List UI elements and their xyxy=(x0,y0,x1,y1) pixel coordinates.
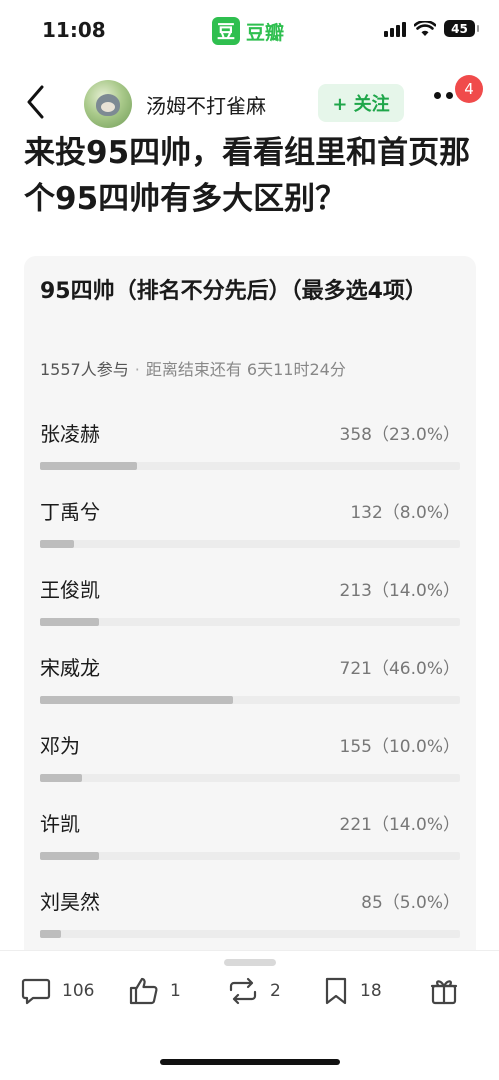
poll-card: 95四帅（排名不分先后）（最多选4项） 1557人参与 · 距离结束还有 6天11时… xyxy=(24,256,476,976)
option-bar-fill xyxy=(40,696,234,704)
meta-separator: · xyxy=(134,360,140,379)
option-bar-track xyxy=(40,696,460,704)
option-result: 132（8.0%） xyxy=(350,503,460,523)
option-name: 刘昊然 xyxy=(40,890,100,914)
notification-badge[interactable]: 4 xyxy=(455,75,483,103)
option-result: 721（46.0%） xyxy=(339,659,460,679)
option-bar-track xyxy=(40,852,460,860)
follow-button[interactable]: + 关注 xyxy=(318,84,404,122)
bookmark-icon xyxy=(325,977,347,1005)
option-name: 许凯 xyxy=(40,812,80,836)
option-bar-track xyxy=(40,930,460,938)
option-name: 张凌赫 xyxy=(40,422,100,446)
bookmark-count: 18 xyxy=(360,981,382,1001)
poll-option[interactable]: 邓为 155（10.0%） xyxy=(40,730,460,790)
gift-icon xyxy=(430,980,458,1005)
option-bar-track xyxy=(40,774,460,782)
gift-button[interactable] xyxy=(428,973,460,1009)
status-time: 11:08 xyxy=(42,18,106,42)
option-bar-fill xyxy=(40,774,82,782)
option-bar-fill xyxy=(40,540,74,548)
comment-count: 106 xyxy=(62,981,95,1001)
author-avatar[interactable] xyxy=(84,80,132,128)
option-bar-track xyxy=(40,462,460,470)
comment-icon xyxy=(21,978,51,1005)
back-chevron-icon xyxy=(27,85,44,119)
status-bar: 11:08 豆 豆瓣 45 xyxy=(0,0,499,62)
option-name: 宋威龙 xyxy=(40,656,100,680)
post-title: 来投95四帅，看看组里和首页那个95四帅有多大区别？ xyxy=(24,135,471,217)
option-bar-fill xyxy=(40,930,61,938)
like-count: 1 xyxy=(170,981,181,1001)
system-icons: 45 xyxy=(384,20,479,37)
reshare-icon xyxy=(229,977,257,1005)
app-badge: 豆 豆瓣 xyxy=(212,17,284,45)
wifi-icon xyxy=(414,20,436,36)
option-result: 213（14.0%） xyxy=(339,581,460,601)
app-name: 豆瓣 xyxy=(246,21,285,44)
reshare-count: 2 xyxy=(270,981,281,1001)
poll-meta: 1557人参与 · 距离结束还有 6天11时24分 xyxy=(40,356,346,380)
home-indicator xyxy=(160,1059,340,1065)
author-name[interactable]: 汤姆不打雀麻 xyxy=(146,90,266,119)
poll-option[interactable]: 许凯 221（14.0%） xyxy=(40,808,460,868)
like-button[interactable]: 1 xyxy=(128,973,181,1009)
option-bar-fill xyxy=(40,618,99,626)
reshare-button[interactable]: 2 xyxy=(226,973,281,1009)
battery-icon: 45 xyxy=(444,20,479,37)
option-name: 邓为 xyxy=(40,734,80,758)
option-result: 155（10.0%） xyxy=(339,737,460,757)
poll-participants: 1557人参与 xyxy=(40,360,129,379)
poll-title: 95四帅（排名不分先后）（最多选4项） xyxy=(40,279,427,304)
poll-option[interactable]: 刘昊然 85（5.0%） xyxy=(40,886,460,946)
option-bar-fill xyxy=(40,852,99,860)
signal-icon xyxy=(384,21,406,37)
poll-option[interactable]: 王俊凯 213（14.0%） xyxy=(40,574,460,634)
option-result: 85（5.0%） xyxy=(361,893,460,913)
option-result: 358（23.0%） xyxy=(339,425,460,445)
comment-button[interactable]: 106 xyxy=(20,973,94,1009)
bottom-toolbar: 106 1 2 18 xyxy=(0,950,499,1080)
like-icon xyxy=(129,977,158,1005)
poll-option[interactable]: 张凌赫 358（23.0%） xyxy=(40,418,460,478)
option-name: 丁禹兮 xyxy=(40,500,100,524)
option-name: 王俊凯 xyxy=(40,578,100,602)
app-logo: 豆 xyxy=(212,17,240,45)
back-button[interactable] xyxy=(18,80,54,124)
nav-bar: 汤姆不打雀麻 + 关注 4 xyxy=(0,72,499,134)
poll-remaining: 距离结束还有 6天11时24分 xyxy=(145,360,346,379)
poll-option[interactable]: 宋威龙 721（46.0%） xyxy=(40,652,460,712)
option-result: 221（14.0%） xyxy=(339,815,460,835)
option-bar-track xyxy=(40,618,460,626)
poll-option[interactable]: 丁禹兮 132（8.0%） xyxy=(40,496,460,556)
drag-handle[interactable] xyxy=(224,959,276,966)
bookmark-button[interactable]: 18 xyxy=(322,973,382,1009)
option-bar-fill xyxy=(40,462,137,470)
option-bar-track xyxy=(40,540,460,548)
